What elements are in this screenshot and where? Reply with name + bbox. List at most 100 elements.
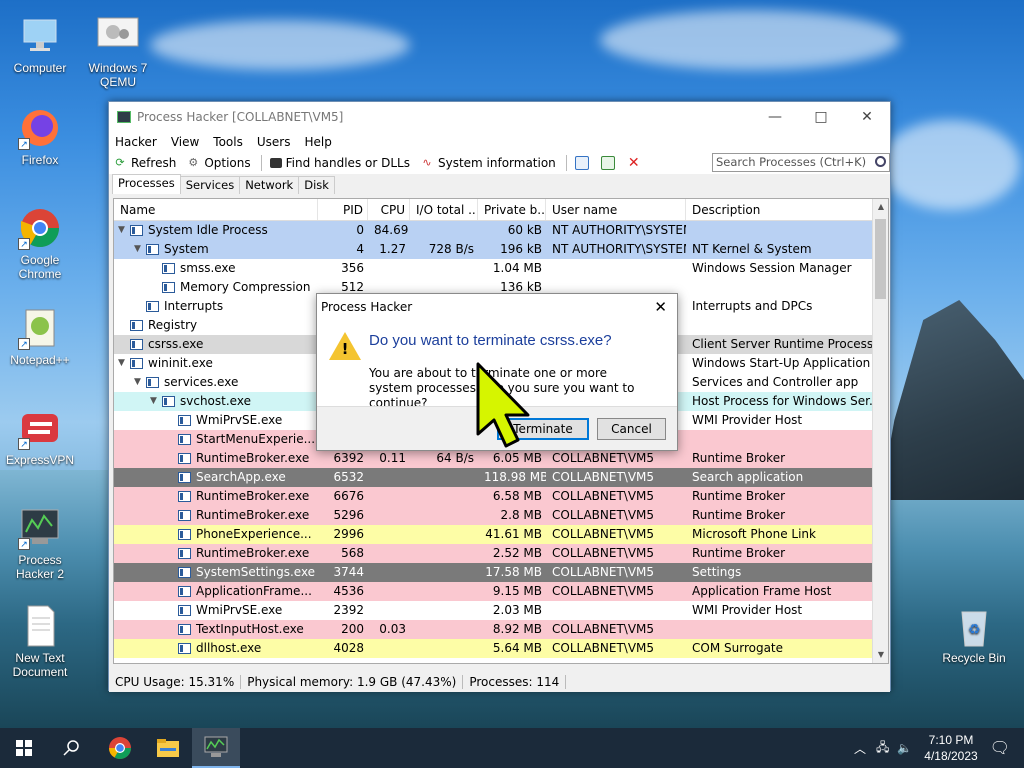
desktop-icon-windows7-qemu[interactable]: Windows 7 QEMU (78, 14, 158, 89)
taskbar-file-explorer[interactable] (144, 728, 192, 768)
process-row[interactable]: RuntimeBroker.exe 5296 2.8 MB COLLABNET\VM5… (114, 506, 874, 525)
desktop-icon-recycle-bin[interactable]: ♻ Recycle Bin (934, 604, 1014, 665)
process-row[interactable]: TextInputHost.exe 200 0.03 8.92 MB COLLABNET… (114, 620, 874, 639)
process-name: System Idle Process (148, 223, 268, 237)
tab-processes[interactable]: Processes (112, 174, 181, 194)
process-cpu-cell (368, 582, 410, 601)
search-taskbar-button[interactable] (48, 728, 96, 768)
red-x-icon: ✕ (627, 155, 640, 171)
search-processes-input[interactable]: Search Processes (Ctrl+K) (712, 153, 890, 172)
process-row[interactable]: smss.exe 356 1.04 MB Windows Session Manage… (114, 259, 874, 278)
column-private-bytes[interactable]: Private b... (478, 199, 546, 220)
dialog-close-button[interactable]: ✕ (654, 298, 667, 316)
chevron-down-icon[interactable]: ▼ (134, 240, 146, 259)
tab-network[interactable]: Network (239, 176, 300, 194)
desktop-icon-notepadpp[interactable]: ↗ Notepad++ (0, 306, 80, 367)
options-button[interactable]: ⚙ Options (186, 156, 250, 170)
minimize-button[interactable]: — (752, 102, 798, 132)
desktop-icon-google-chrome[interactable]: ↗ Google Chrome (0, 206, 80, 281)
refresh-button[interactable]: ⟳ Refresh (113, 156, 176, 170)
process-priv-cell: 60 kB (507, 223, 542, 237)
toolbar-separator (565, 155, 567, 171)
maximize-button[interactable]: □ (798, 102, 844, 132)
process-row[interactable]: WmiPrvSE.exe 2392 2.03 MB WMI Provider Host (114, 601, 874, 620)
scroll-down-icon[interactable]: ▼ (873, 647, 888, 663)
computer-icon (18, 14, 62, 58)
process-row[interactable]: SearchApp.exe 6532 118.98 MB COLLABNET\VM5 S… (114, 468, 874, 487)
clock[interactable]: 7:10 PM 4/18/2023 (924, 732, 977, 764)
process-row[interactable]: ▼ System Idle Process 0 84.69 60 kB NT AUTHOR… (114, 221, 874, 240)
menu-view[interactable]: View (171, 135, 199, 149)
process-user-cell: COLLABNET\VM5 (552, 489, 655, 503)
scroll-up-icon[interactable]: ▲ (873, 199, 888, 215)
process-row[interactable]: ▼ System 4 1.27 728 B/s 196 kB NT AUTHORITY\SY… (114, 240, 874, 259)
terminate-toolbar-button[interactable]: ✕ (627, 156, 645, 170)
process-cpu-cell (368, 639, 410, 658)
column-user-name[interactable]: User name (546, 199, 686, 220)
tab-disk[interactable]: Disk (298, 176, 335, 194)
cancel-button[interactable]: Cancel (597, 418, 666, 440)
notifications-icon[interactable]: 🗨 (990, 738, 1010, 758)
process-row[interactable]: PhoneExperience... 2996 41.61 MB COLLABNET\… (114, 525, 874, 544)
taskbar-chrome[interactable] (96, 728, 144, 768)
chevron-up-icon[interactable]: ︿ (854, 740, 866, 757)
desktop-icon-process-hacker[interactable]: ↗ Process Hacker 2 (0, 506, 80, 581)
process-user-cell: NT AUTHORITY\SYSTEM (552, 242, 686, 256)
toolbar-separator (260, 155, 262, 171)
system-information-button[interactable]: ∿ System information (420, 156, 555, 170)
taskbar-process-hacker[interactable] (192, 728, 240, 768)
window-icon-button[interactable] (574, 156, 593, 170)
status-cpu-usage: CPU Usage: 15.31% (109, 675, 242, 689)
menu-users[interactable]: Users (257, 135, 291, 149)
process-row[interactable]: dllhost.exe 4028 5.64 MB COLLABNET\VM5 COM S… (114, 639, 874, 658)
speaker-icon[interactable]: 🔈 (897, 741, 912, 755)
process-priv-cell: 5.64 MB (492, 641, 542, 655)
process-pid-cell: 5296 (333, 508, 364, 522)
scrollbar-thumb[interactable] (875, 219, 886, 299)
go-window-button[interactable] (600, 156, 619, 170)
window-title: Process Hacker [COLLABNET\VM5] (137, 110, 344, 124)
process-cpu-cell (368, 259, 410, 278)
desktop-icon-firefox[interactable]: ↗ Firefox (0, 106, 80, 167)
process-name-cell: StartMenuExperie... (114, 430, 318, 449)
column-pid[interactable]: PID (318, 199, 368, 220)
process-row[interactable]: RuntimeBroker.exe 568 2.52 MB COLLABNET\VM5… (114, 544, 874, 563)
process-hacker-icon (204, 736, 228, 757)
chevron-down-icon[interactable]: ▼ (118, 354, 130, 373)
chevron-down-icon[interactable]: ▼ (150, 392, 162, 411)
process-io-cell (410, 582, 478, 601)
process-cpu-cell: 0.11 (379, 451, 406, 465)
network-icon[interactable]: 🖧 (876, 738, 889, 759)
process-name-cell: smss.exe (114, 259, 318, 278)
desktop-icon-new-text-document[interactable]: New Text Document (0, 604, 80, 679)
start-button[interactable] (0, 728, 48, 768)
column-name[interactable]: Name (114, 199, 318, 220)
column-io-total[interactable]: I/O total ... (410, 199, 478, 220)
process-row[interactable]: SystemSettings.exe 3744 17.58 MB COLLABNET\… (114, 563, 874, 582)
process-row[interactable]: RuntimeBroker.exe 6676 6.58 MB COLLABNET\VM… (114, 487, 874, 506)
process-pid-cell: 3744 (333, 565, 364, 579)
shortcut-arrow-icon: ↗ (18, 238, 30, 250)
menu-hacker[interactable]: Hacker (115, 135, 157, 149)
tab-services[interactable]: Services (179, 176, 241, 194)
close-window-button[interactable]: ✕ (844, 102, 890, 132)
chevron-down-icon[interactable]: ▼ (134, 373, 146, 392)
menu-help[interactable]: Help (304, 135, 331, 149)
process-row[interactable]: ApplicationFrame... 4536 9.15 MB COLLABNET\… (114, 582, 874, 601)
recycle-bin-icon: ♻ (952, 604, 996, 648)
menu-tools[interactable]: Tools (213, 135, 243, 149)
process-io-cell (410, 620, 478, 639)
column-description[interactable]: Description (686, 199, 888, 220)
wallpaper-cloud (600, 10, 900, 70)
process-name: RuntimeBroker.exe (196, 451, 310, 465)
column-cpu[interactable]: CPU (368, 199, 410, 220)
process-row[interactable]: RuntimeBroker.exe 6392 0.11 64 B/s 6.05 MB CO… (114, 449, 874, 468)
chevron-down-icon[interactable]: ▼ (118, 221, 130, 240)
process-desc-cell: Microsoft Phone Link (692, 527, 816, 541)
process-io-cell (410, 544, 478, 563)
desktop-icon-computer[interactable]: Computer (0, 14, 80, 75)
process-pid-cell: 4536 (333, 584, 364, 598)
desktop-icon-expressvpn[interactable]: ↗ ExpressVPN (0, 406, 80, 467)
find-handles-button[interactable]: Find handles or DLLs (269, 156, 410, 170)
vertical-scrollbar[interactable]: ▲ ▼ (872, 199, 888, 663)
